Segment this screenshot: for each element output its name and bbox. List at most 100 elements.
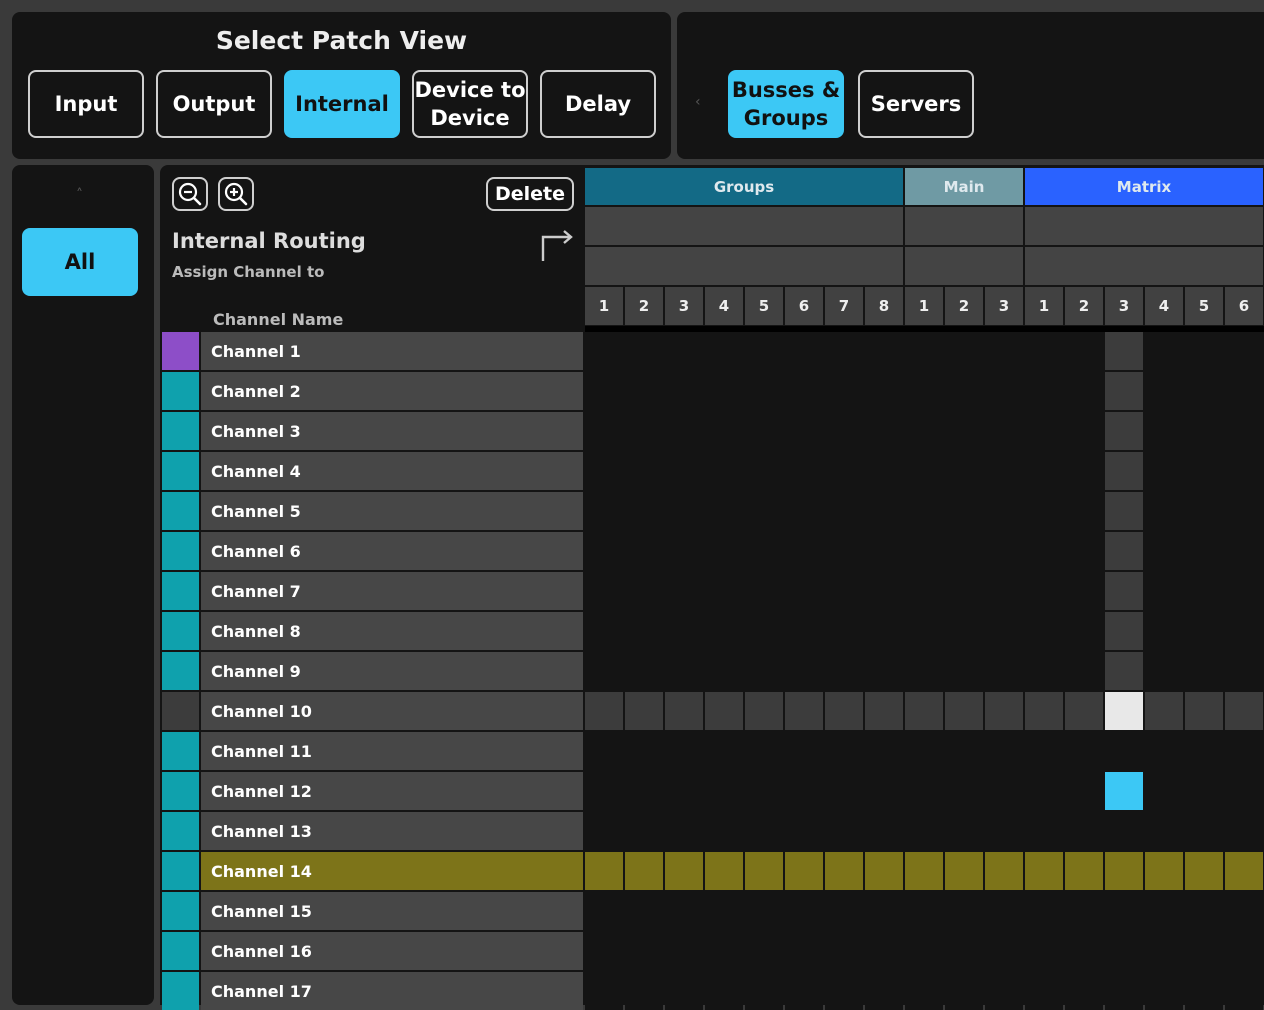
routing-cell[interactable] xyxy=(785,612,823,650)
channel-name[interactable]: Channel 8 xyxy=(201,612,583,650)
routing-cell[interactable] xyxy=(625,572,663,610)
routing-cell[interactable] xyxy=(665,732,703,770)
routing-cell[interactable] xyxy=(1065,852,1103,890)
routing-cell[interactable] xyxy=(1025,372,1063,410)
routing-cell[interactable] xyxy=(985,372,1023,410)
routing-cell[interactable] xyxy=(945,572,983,610)
routing-cell[interactable] xyxy=(825,532,863,570)
routing-cell[interactable] xyxy=(585,732,623,770)
routing-cell[interactable] xyxy=(1185,492,1223,530)
routing-cell[interactable] xyxy=(905,572,943,610)
routing-cell[interactable] xyxy=(585,772,623,810)
routing-cell[interactable] xyxy=(1105,652,1143,690)
channel-name[interactable]: Channel 4 xyxy=(201,452,583,490)
routing-cell[interactable] xyxy=(865,772,903,810)
routing-cell[interactable] xyxy=(1065,492,1103,530)
routing-cell[interactable] xyxy=(1105,332,1143,370)
routing-cell[interactable] xyxy=(1185,572,1223,610)
routing-cell[interactable] xyxy=(1225,652,1263,690)
column-number[interactable]: 2 xyxy=(1065,287,1103,325)
channel-name[interactable]: Channel 3 xyxy=(201,412,583,450)
routing-cell[interactable] xyxy=(1145,652,1183,690)
routing-cell[interactable] xyxy=(865,612,903,650)
routing-cell[interactable] xyxy=(745,852,783,890)
routing-cell[interactable] xyxy=(1145,612,1183,650)
routing-cell[interactable] xyxy=(1065,452,1103,490)
delay-view-button[interactable]: Delay xyxy=(540,70,656,138)
routing-cell[interactable] xyxy=(785,812,823,850)
routing-cell[interactable] xyxy=(825,812,863,850)
routing-cell[interactable] xyxy=(865,452,903,490)
routing-cell[interactable] xyxy=(1225,972,1263,1010)
routing-cell[interactable] xyxy=(1025,412,1063,450)
column-number[interactable]: 6 xyxy=(785,287,823,325)
channel-name[interactable]: Channel 13 xyxy=(201,812,583,850)
routing-cell[interactable] xyxy=(625,972,663,1010)
routing-cell[interactable] xyxy=(705,452,743,490)
routing-cell[interactable] xyxy=(1025,972,1063,1010)
routing-cell[interactable] xyxy=(665,412,703,450)
routing-cell[interactable] xyxy=(985,492,1023,530)
routing-cell[interactable] xyxy=(825,972,863,1010)
routing-cell[interactable] xyxy=(945,612,983,650)
routing-cell[interactable] xyxy=(705,412,743,450)
routing-cell[interactable] xyxy=(705,772,743,810)
routing-cell[interactable] xyxy=(665,892,703,930)
routing-cell[interactable] xyxy=(985,892,1023,930)
channel-name[interactable]: Channel 11 xyxy=(201,732,583,770)
routing-cell[interactable] xyxy=(1025,532,1063,570)
routing-cell[interactable] xyxy=(1065,772,1103,810)
routing-cell[interactable] xyxy=(585,492,623,530)
routing-cell[interactable] xyxy=(625,852,663,890)
routing-cell[interactable] xyxy=(785,772,823,810)
routing-cell[interactable] xyxy=(1225,932,1263,970)
routing-cell[interactable] xyxy=(585,652,623,690)
routing-cell[interactable] xyxy=(905,892,943,930)
routing-cell[interactable] xyxy=(1185,772,1223,810)
routing-cell[interactable] xyxy=(785,692,823,730)
zoom-in-icon[interactable] xyxy=(218,177,254,211)
routing-cell[interactable] xyxy=(585,612,623,650)
routing-cell[interactable] xyxy=(1145,692,1183,730)
routing-cell[interactable] xyxy=(1025,452,1063,490)
routing-cell[interactable] xyxy=(1065,892,1103,930)
routing-cell[interactable] xyxy=(585,332,623,370)
routing-cell[interactable] xyxy=(625,652,663,690)
routing-cell[interactable] xyxy=(705,652,743,690)
column-number[interactable]: 1 xyxy=(905,287,943,325)
routing-cell[interactable] xyxy=(785,492,823,530)
channel-name[interactable]: Channel 15 xyxy=(201,892,583,930)
routing-cell[interactable] xyxy=(905,732,943,770)
routing-cell[interactable] xyxy=(705,492,743,530)
routing-cell[interactable] xyxy=(665,532,703,570)
routing-cell[interactable] xyxy=(1025,332,1063,370)
routing-cell[interactable] xyxy=(785,852,823,890)
routing-cell[interactable] xyxy=(745,892,783,930)
group-header-main[interactable]: Main xyxy=(905,168,1023,205)
routing-cell[interactable] xyxy=(985,452,1023,490)
routing-cell[interactable] xyxy=(1185,932,1223,970)
routing-cell[interactable] xyxy=(825,412,863,450)
routing-cell[interactable] xyxy=(825,492,863,530)
routing-cell[interactable] xyxy=(945,692,983,730)
routing-cell[interactable] xyxy=(825,652,863,690)
routing-cell[interactable] xyxy=(1065,332,1103,370)
routing-cell[interactable] xyxy=(665,812,703,850)
routing-cell[interactable] xyxy=(1105,612,1143,650)
routing-cell[interactable] xyxy=(665,572,703,610)
routing-cell[interactable] xyxy=(1185,692,1223,730)
routing-cell[interactable] xyxy=(785,972,823,1010)
routing-cell[interactable] xyxy=(945,892,983,930)
routing-cell[interactable] xyxy=(1185,892,1223,930)
routing-cell[interactable] xyxy=(785,732,823,770)
routing-cell[interactable] xyxy=(785,572,823,610)
routing-cell[interactable] xyxy=(865,732,903,770)
routing-cell[interactable] xyxy=(1145,732,1183,770)
routing-cell[interactable] xyxy=(745,652,783,690)
routing-cell[interactable] xyxy=(625,412,663,450)
routing-cell[interactable] xyxy=(1185,412,1223,450)
routing-cell[interactable] xyxy=(1065,532,1103,570)
routing-cell[interactable] xyxy=(1145,372,1183,410)
routing-cell[interactable] xyxy=(1145,972,1183,1010)
routing-cell[interactable] xyxy=(705,612,743,650)
